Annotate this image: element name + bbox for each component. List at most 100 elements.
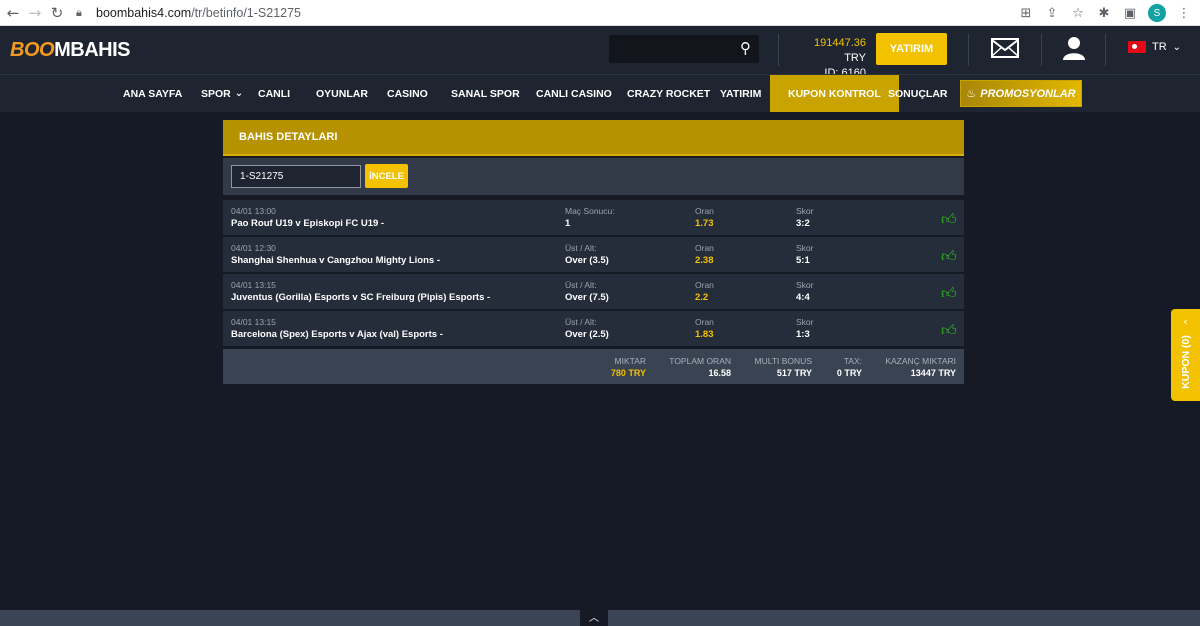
bet-score: 3:2 [796, 218, 810, 229]
market-label: Üst / Alt: [565, 243, 597, 253]
bet-odd: 2.2 [695, 292, 709, 303]
coupon-id-input[interactable]: 1-S21275 [231, 165, 361, 188]
summary-winnings: KAZANÇ MIKTARI 13447 TRY [885, 356, 956, 378]
score-label: Skor [796, 317, 814, 327]
bet-pick: 1 [565, 218, 571, 229]
extensions-icon[interactable]: ✱ [1096, 2, 1112, 24]
reload-icon[interactable]: ↻ [46, 2, 68, 24]
flame-icon: ♨ [966, 87, 977, 100]
bet-match: Barcelona (Spex) Esports v Ajax (val) Es… [231, 329, 443, 340]
browser-toolbar: ← → ↻ 🔒︎ boombahis4.com/tr/betinfo/1-S21… [0, 0, 1200, 26]
nav-item-canli[interactable]: CANLI [258, 75, 290, 112]
bet-match: Juventus (Gorilla) Esports v SC Freiburg… [231, 292, 491, 303]
chevron-up-icon[interactable]: ︿ [580, 606, 608, 626]
address-bar[interactable]: boombahis4.com/tr/betinfo/1-S21275 [96, 6, 301, 20]
bet-row: 04/01 13:15 Juventus (Gorilla) Esports v… [223, 274, 964, 310]
nav-item-kupon-kontrol[interactable]: KUPON KONTROL [770, 75, 899, 112]
bet-score: 5:1 [796, 255, 810, 266]
coupon-tab-label: KUPON (0) [1179, 335, 1192, 389]
translate-icon[interactable]: ⊞ [1018, 2, 1034, 24]
chevron-down-icon: ⌄ [234, 88, 244, 99]
lock-icon[interactable]: 🔒︎ [76, 6, 92, 20]
menu-kebab-icon[interactable]: ⋮ [1176, 2, 1192, 24]
score-label: Skor [796, 206, 814, 216]
user-account-icon[interactable] [1063, 36, 1085, 65]
search-icon[interactable]: ⚲ [740, 39, 751, 57]
bet-odd: 1.73 [695, 218, 714, 229]
nav-item-canli-casino[interactable]: CANLI CASINO [536, 75, 612, 112]
bet-time: 04/01 12:30 [231, 243, 276, 253]
market-label: Maç Sonucu: [565, 206, 615, 216]
bookmark-star-icon[interactable]: ☆ [1070, 2, 1086, 24]
bet-list: 04/01 13:00 Pao Rouf U19 v Episkopi FC U… [223, 200, 964, 348]
nav-item-ana-sayfa[interactable]: ANA SAYFA [123, 75, 182, 112]
bet-match: Shanghai Shenhua v Cangzhou Mighty Lions… [231, 255, 440, 266]
bet-pick: Over (2.5) [565, 329, 609, 340]
divider [968, 34, 969, 66]
summary-total-odds: TOPLAM ORAN 16.58 [669, 356, 731, 378]
bet-row: 04/01 12:30 Shanghai Shenhua v Cangzhou … [223, 237, 964, 273]
score-label: Skor [796, 280, 814, 290]
side-panel-icon[interactable]: ▣ [1122, 2, 1138, 24]
thumbs-up-icon: 👍︎ [941, 210, 957, 228]
bet-time: 04/01 13:15 [231, 280, 276, 290]
chevron-left-icon: ‹ [1183, 315, 1188, 328]
bet-odd: 2.38 [695, 255, 714, 266]
score-label: Skor [796, 243, 814, 253]
thumbs-up-icon: 👍︎ [941, 247, 957, 265]
summary-tax: TAX: 0 TRY [836, 356, 862, 378]
mail-icon[interactable] [991, 37, 1019, 64]
bet-summary: MIKTAR 780 TRY TOPLAM ORAN 16.58 MULTI B… [223, 349, 964, 384]
bet-row: 04/01 13:00 Pao Rouf U19 v Episkopi FC U… [223, 200, 964, 236]
bet-score: 1:3 [796, 329, 810, 340]
nav-item-sanal-spor[interactable]: SANAL SPOR [451, 75, 520, 112]
bet-score: 4:4 [796, 292, 810, 303]
boombahis-logo[interactable]: B OO M BAHIS [10, 36, 130, 64]
balance-amount: 191447.36 [814, 37, 866, 49]
bet-pick: Over (7.5) [565, 292, 609, 303]
divider [1105, 34, 1106, 66]
coupon-side-tab[interactable]: ‹ KUPON (0) [1171, 309, 1200, 401]
main-navbar: ANA SAYFA SPOR ⌄ CANLI OYUNLAR CASINO SAN… [0, 74, 1200, 112]
forward-icon[interactable]: → [24, 2, 46, 24]
promotions-button[interactable]: ♨ PROMOSYONLAR [960, 80, 1082, 107]
inspect-button[interactable]: İNCELE [365, 164, 408, 188]
bet-pick: Over (3.5) [565, 255, 609, 266]
odd-label: Oran [695, 243, 714, 253]
nav-item-casino[interactable]: CASINO [387, 75, 428, 112]
summary-multi-bonus: MULTI BONUS 517 TRY [754, 356, 812, 378]
divider [1041, 34, 1042, 66]
site-header: B OO M BAHIS ⚲ 191447.36 TRY ID: 6160 YATIR… [0, 26, 1200, 79]
turkey-flag-icon [1128, 41, 1146, 53]
odd-label: Oran [695, 280, 714, 290]
summary-amount: MIKTAR 780 TRY [610, 356, 646, 378]
bet-match: Pao Rouf U19 v Episkopi FC U19 - [231, 218, 385, 229]
profile-avatar[interactable]: S [1148, 4, 1166, 22]
bet-details-title: BAHIS DETAYLARI [223, 120, 964, 156]
nav-item-spor[interactable]: SPOR ⌄ [201, 75, 243, 112]
odd-label: Oran [695, 206, 714, 216]
market-label: Üst / Alt: [565, 280, 597, 290]
bet-time: 04/01 13:15 [231, 317, 276, 327]
url-domain: boombahis4.com [96, 5, 192, 20]
balance-currency: TRY [844, 52, 866, 64]
bet-odd: 1.83 [695, 329, 714, 340]
divider [778, 34, 779, 66]
market-label: Üst / Alt: [565, 317, 597, 327]
deposit-button[interactable]: YATIRIM [876, 33, 947, 65]
coupon-search-row: 1-S21275 İNCELE [223, 158, 964, 195]
thumbs-up-icon: 👍︎ [941, 321, 957, 339]
nav-item-crazy-rocket[interactable]: CRAZY ROCKET [627, 75, 710, 112]
language-selector[interactable]: TR ⌄ [1128, 41, 1181, 53]
language-code: TR [1152, 41, 1167, 53]
chevron-down-icon: ⌄ [1172, 41, 1182, 53]
nav-item-yatirim[interactable]: YATIRIM [720, 75, 761, 112]
back-icon[interactable]: ← [2, 2, 24, 24]
thumbs-up-icon: 👍︎ [941, 284, 957, 302]
url-path: /tr/betinfo/1-S21275 [191, 5, 301, 20]
nav-item-sonuclar[interactable]: SONUÇLAR [888, 75, 948, 112]
site-search-input[interactable]: ⚲ [609, 35, 759, 63]
share-icon[interactable]: ⇪ [1044, 2, 1060, 24]
bet-row: 04/01 13:15 Barcelona (Spex) Esports v A… [223, 311, 964, 347]
nav-item-oyunlar[interactable]: OYUNLAR [316, 75, 368, 112]
